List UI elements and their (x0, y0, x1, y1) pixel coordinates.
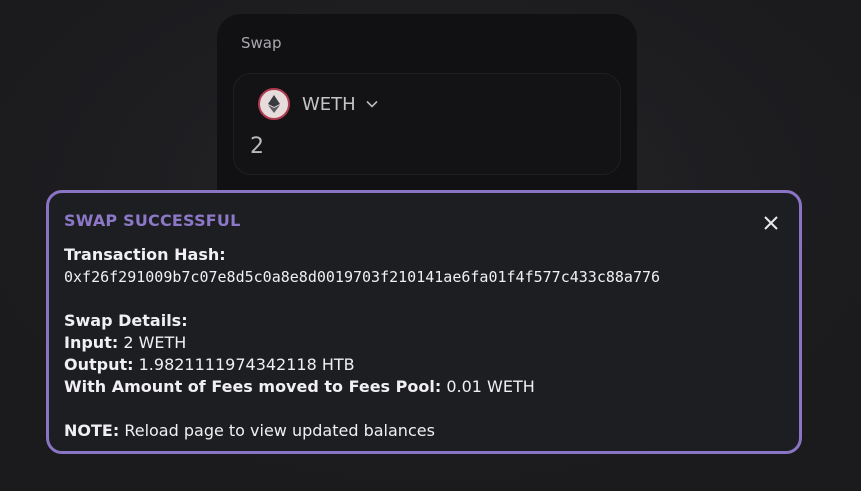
ethereum-icon (258, 88, 290, 120)
input-detail-label: Input: (64, 333, 119, 352)
note-label: NOTE: (64, 421, 120, 440)
page-background: Swap WETH SWAP SUCCESSFUL (0, 0, 861, 491)
input-detail-value: 2 WETH (123, 333, 187, 352)
tx-hash-label: Transaction Hash: (64, 245, 226, 264)
token-selector-button[interactable]: WETH (258, 88, 378, 120)
note-value: Reload page to view updated balances (124, 421, 435, 440)
fees-detail-label: With Amount of Fees moved to Fees Pool: (64, 377, 442, 396)
toast-title: SWAP SUCCESSFUL (64, 211, 241, 230)
swap-success-toast: SWAP SUCCESSFUL Transaction Hash: 0xf26f… (46, 190, 802, 454)
output-detail-row: Output: 1.9821111974342118 HTB (64, 354, 784, 376)
swap-details-label: Swap Details: (64, 311, 188, 330)
close-icon[interactable] (761, 213, 781, 233)
input-detail-row: Input: 2 WETH (64, 332, 784, 354)
amount-input[interactable] (250, 134, 450, 159)
input-token-box: WETH (233, 73, 621, 175)
fees-detail-value: 0.01 WETH (446, 377, 535, 396)
output-detail-label: Output: (64, 355, 134, 374)
output-detail-value: 1.9821111974342118 HTB (138, 355, 355, 374)
tx-hash-value: 0xf26f291009b7c07e8d5c0a8e8d0019703f2101… (64, 268, 661, 286)
token-symbol: WETH (302, 93, 356, 115)
swap-card-title: Swap (241, 34, 282, 52)
note-row: NOTE: Reload page to view updated balanc… (64, 420, 784, 442)
chevron-down-icon (366, 100, 378, 108)
fees-detail-row: With Amount of Fees moved to Fees Pool: … (64, 376, 784, 398)
